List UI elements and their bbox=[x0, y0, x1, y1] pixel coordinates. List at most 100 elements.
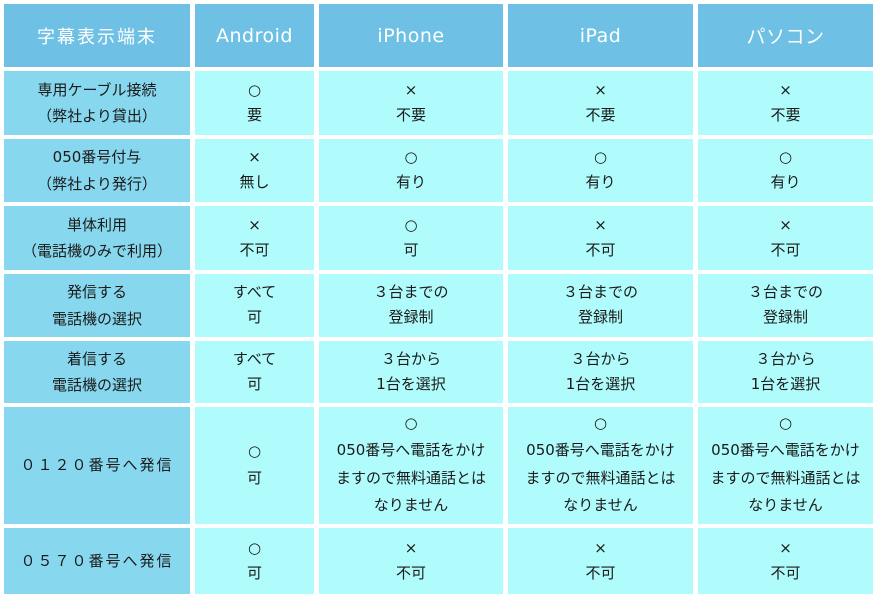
row-label-line2: （電話機のみで利用） bbox=[21, 242, 172, 260]
cell-iphone: × 不要 bbox=[319, 71, 503, 135]
cell-ipad: ３台までの 登録制 bbox=[508, 274, 693, 337]
cell-value: 050番号へ電話をかけますので無料通話とはなりません bbox=[335, 440, 486, 515]
cell-mark: ○ bbox=[404, 148, 418, 167]
cell-value: 可 bbox=[246, 469, 262, 488]
cell-value: 050番号へ電話をかけますので無料通話とはなりません bbox=[710, 440, 861, 515]
cell-value: 有り bbox=[585, 173, 616, 192]
cell-value: 有り bbox=[770, 173, 801, 192]
table-row: 050番号付与 （弊社より発行） × 無し ○ 有り ○ 有り ○ 有り bbox=[4, 139, 873, 202]
terminal-comparison-table: 字幕表示端末 Android iPhone iPad パソコン 専用ケーブル接続… bbox=[0, 0, 878, 598]
cell-ipad: × 不要 bbox=[508, 71, 693, 135]
cell-value: 無し bbox=[239, 173, 270, 192]
row-label-line2: （弊社より貸出） bbox=[37, 107, 157, 125]
row-label-cable-connection: 専用ケーブル接続 （弊社より貸出） bbox=[4, 71, 190, 135]
cell-value: 不要 bbox=[770, 105, 801, 124]
table-row: ０１２０番号へ発信 ○ 可 ○ 050番号へ電話をかけますので無料通話とはなりま… bbox=[4, 407, 873, 524]
cell-ipad: ３台から 1台を選択 bbox=[508, 341, 693, 403]
row-label-0120-outgoing: ０１２０番号へ発信 bbox=[4, 407, 190, 524]
cell-android: ○ 要 bbox=[195, 71, 314, 135]
cell-value: 1台を選択 bbox=[565, 374, 636, 393]
cell-pc: ３台までの 登録制 bbox=[698, 274, 873, 337]
cell-mark: × bbox=[248, 148, 261, 167]
cell-value: 登録制 bbox=[762, 308, 808, 327]
cell-android: すべて 可 bbox=[195, 341, 314, 403]
row-label-outgoing-phone-selection: 発信する 電話機の選択 bbox=[4, 274, 190, 337]
cell-value: 1台を選択 bbox=[750, 374, 821, 393]
cell-android: ○ 可 bbox=[195, 407, 314, 524]
cell-pc: ○ 050番号へ電話をかけますので無料通話とはなりません bbox=[698, 407, 873, 524]
cell-mark: × bbox=[779, 538, 792, 557]
cell-value: 不要 bbox=[395, 105, 426, 124]
cell-value: 不要 bbox=[585, 105, 616, 124]
cell-mark: ３台までの bbox=[373, 283, 449, 302]
cell-value: 登録制 bbox=[577, 308, 623, 327]
row-label-line2: 電話機の選択 bbox=[51, 376, 142, 394]
cell-mark: ３台までの bbox=[562, 283, 638, 302]
row-label-line1: 着信する bbox=[66, 349, 127, 368]
cell-value: 可 bbox=[246, 563, 262, 582]
cell-pc: × 不要 bbox=[698, 71, 873, 135]
cell-pc: ３台から 1台を選択 bbox=[698, 341, 873, 403]
cell-ipad: × 不可 bbox=[508, 528, 693, 594]
cell-mark: ○ bbox=[247, 442, 262, 461]
cell-iphone: ○ 可 bbox=[319, 206, 503, 270]
row-label-line2: 電話機の選択 bbox=[51, 309, 142, 328]
table-row: 専用ケーブル接続 （弊社より貸出） ○ 要 × 不要 × 不要 × 不要 bbox=[4, 71, 873, 135]
cell-pc: × 不可 bbox=[698, 528, 873, 594]
cell-mark: × bbox=[594, 215, 607, 234]
cell-ipad: ○ 050番号へ電話をかけますので無料通話とはなりません bbox=[508, 407, 693, 524]
cell-mark: ○ bbox=[247, 80, 262, 99]
cell-value: 可 bbox=[403, 240, 419, 259]
row-label-line1: 050番号付与 bbox=[52, 148, 142, 167]
cell-mark: ○ bbox=[404, 413, 418, 432]
cell-mark: ３台から bbox=[570, 349, 631, 368]
cell-mark: × bbox=[404, 80, 418, 99]
cell-android: × 無し bbox=[195, 139, 314, 202]
cell-mark: すべて bbox=[232, 283, 277, 302]
column-header-pc: パソコン bbox=[698, 4, 873, 67]
cell-iphone: ３台から 1台を選択 bbox=[319, 341, 503, 403]
row-label-050-number: 050番号付与 （弊社より発行） bbox=[4, 139, 190, 202]
table-row: 単体利用 （電話機のみで利用） × 不可 ○ 可 × 不可 × 不可 bbox=[4, 206, 873, 270]
row-label-standalone-use: 単体利用 （電話機のみで利用） bbox=[4, 206, 190, 270]
cell-value: 不可 bbox=[395, 563, 426, 582]
cell-mark: ○ bbox=[593, 148, 608, 167]
row-label-line2: （弊社より発行） bbox=[37, 174, 157, 193]
cell-iphone: × 不可 bbox=[319, 528, 503, 594]
cell-value: 不可 bbox=[239, 240, 270, 259]
comparison-table-container: 字幕表示端末 Android iPhone iPad パソコン 専用ケーブル接続… bbox=[4, 4, 877, 594]
cell-iphone: ○ 050番号へ電話をかけますので無料通話とはなりません bbox=[319, 407, 503, 524]
cell-mark: ○ bbox=[593, 413, 608, 432]
row-label-line1: 専用ケーブル接続 bbox=[37, 80, 157, 99]
table-row: 発信する 電話機の選択 すべて 可 ３台までの 登録制 ３台までの 登録制 ３台… bbox=[4, 274, 873, 337]
cell-mark: ○ bbox=[778, 413, 793, 432]
cell-value: 不可 bbox=[770, 240, 801, 259]
cell-mark: すべて bbox=[232, 349, 277, 368]
cell-mark: ３台までの bbox=[747, 283, 823, 302]
cell-mark: ３台から bbox=[755, 349, 816, 368]
cell-ipad: ○ 有り bbox=[508, 139, 693, 202]
table-header-row: 字幕表示端末 Android iPhone iPad パソコン bbox=[4, 4, 873, 67]
cell-android: すべて 可 bbox=[195, 274, 314, 337]
cell-mark: × bbox=[594, 538, 607, 557]
row-label-0570-outgoing: ０５７０番号へ発信 bbox=[4, 528, 190, 594]
cell-value: 有り bbox=[395, 173, 426, 192]
cell-value: 可 bbox=[246, 374, 262, 393]
cell-mark: ○ bbox=[778, 148, 793, 167]
cell-pc: × 不可 bbox=[698, 206, 873, 270]
cell-value: 登録制 bbox=[388, 308, 434, 327]
row-label-line1: ０５７０番号へ発信 bbox=[20, 551, 174, 570]
cell-value: 不可 bbox=[585, 563, 616, 582]
cell-mark: × bbox=[404, 538, 418, 557]
cell-pc: ○ 有り bbox=[698, 139, 873, 202]
table-body: 専用ケーブル接続 （弊社より貸出） ○ 要 × 不要 × 不要 × 不要 050… bbox=[4, 71, 873, 594]
cell-mark: ○ bbox=[404, 215, 418, 234]
cell-mark: ○ bbox=[247, 538, 262, 557]
cell-mark: × bbox=[779, 215, 792, 234]
cell-mark: × bbox=[248, 215, 261, 234]
column-header-ipad: iPad bbox=[508, 4, 693, 67]
table-header: 字幕表示端末 Android iPhone iPad パソコン bbox=[4, 4, 873, 67]
cell-value: 1台を選択 bbox=[376, 374, 446, 393]
cell-android: ○ 可 bbox=[195, 528, 314, 594]
cell-value: 可 bbox=[246, 308, 262, 327]
